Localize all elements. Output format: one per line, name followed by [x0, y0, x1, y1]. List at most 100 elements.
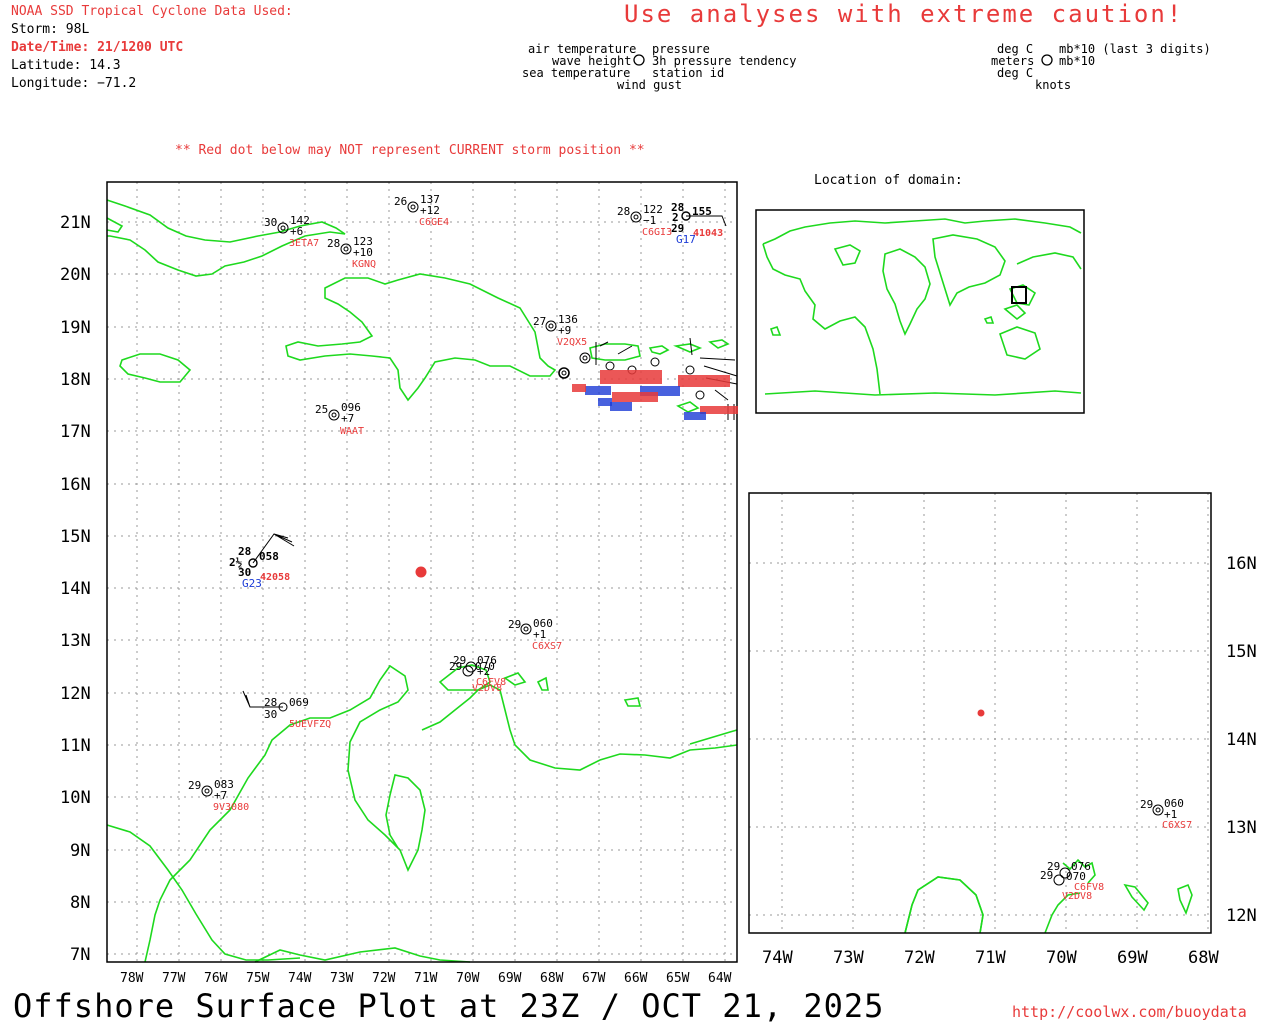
svg-text:+12: +12 [420, 204, 440, 217]
station-waat[interactable]: 25 096 +7 WAAT [315, 401, 364, 437]
svg-text:74W: 74W [762, 948, 793, 968]
svg-text:69W: 69W [1117, 948, 1148, 968]
svg-text:70W: 70W [1046, 948, 1077, 968]
svg-text:C6XS7: C6XS7 [532, 641, 562, 652]
lon-78w: 78W [120, 971, 144, 986]
station-cluster-puerto-rico[interactable] [558, 337, 738, 420]
lat-21n: 21N [60, 213, 91, 233]
svg-text:68W: 68W [1188, 948, 1219, 968]
station-42058[interactable]: 28 2½ 058 30 42058 G23 [229, 533, 295, 590]
svg-text:29: 29 [188, 779, 201, 792]
lon-67w: 67W [582, 971, 606, 986]
lon-72w: 72W [372, 971, 396, 986]
svg-text:29: 29 [1140, 798, 1153, 811]
svg-text:27: 27 [533, 315, 546, 328]
svg-text:5UEVFZQ: 5UEVFZQ [289, 719, 331, 730]
main-map: 21N 20N 19N 18N 17N 16N 15N 14N 13N 12N … [60, 181, 738, 986]
units-gust: knots [1035, 78, 1072, 92]
svg-text:−1: −1 [643, 214, 656, 227]
main-lon-labels: 78W 77W 76W 75W 74W 73W 72W 71W 70W 69W … [120, 971, 732, 986]
svg-text:42058: 42058 [260, 572, 290, 583]
svg-text:C6GE4: C6GE4 [419, 217, 449, 228]
storm-position-dot [415, 566, 427, 578]
svg-text:12N: 12N [1226, 906, 1257, 926]
station-c6ge4[interactable]: 26 137 +12 C6GE4 [394, 193, 449, 228]
lon-68w: 68W [540, 971, 564, 986]
svg-text:070: 070 [475, 660, 495, 673]
svg-text:V2DV8: V2DV8 [1062, 891, 1092, 902]
lon-66w: 66W [624, 971, 648, 986]
station-9v3080[interactable]: 29 083 +7 9V3080 [188, 778, 249, 813]
svg-text:058: 058 [259, 550, 279, 563]
svg-text:G23: G23 [242, 577, 262, 590]
station-c6xs7[interactable]: 29 060 +1 C6XS7 [508, 617, 562, 652]
station-c6gi3[interactable]: 28 122 −1 C6GI3 [617, 203, 672, 238]
inset-world-map [755, 209, 1085, 414]
lon-64w: 64W [708, 971, 732, 986]
source-url-link[interactable]: http://coolwx.com/buoydata [1012, 1003, 1247, 1021]
inset-title: Location of domain: [814, 173, 963, 188]
lat-13n: 13N [60, 631, 91, 651]
svg-text:3ETA7: 3ETA7 [289, 238, 319, 249]
svg-text:V2DV8: V2DV8 [472, 683, 502, 694]
svg-text:28: 28 [617, 205, 630, 218]
lat-17n: 17N [60, 422, 91, 442]
svg-text:9V3080: 9V3080 [213, 802, 249, 813]
svg-text:72W: 72W [904, 948, 935, 968]
legend-sea-temp: sea temperature [522, 66, 631, 80]
svg-text:+7: +7 [341, 412, 354, 425]
svg-text:+1: +1 [533, 628, 546, 641]
lon-76w: 76W [204, 971, 228, 986]
lat-18n: 18N [60, 370, 91, 390]
zoom-station-c6fv8[interactable]: 29 076 29 070 C6FV8 V2DV8 [1040, 860, 1104, 902]
lat-20n: 20N [60, 265, 91, 285]
svg-text:26: 26 [394, 195, 407, 208]
svg-text:16N: 16N [1226, 554, 1257, 574]
lon-65w: 65W [666, 971, 690, 986]
svg-text:069: 069 [289, 696, 309, 709]
lon-74w: 74W [288, 971, 312, 986]
lat-19n: 19N [60, 318, 91, 338]
svg-text:V2QX5: V2QX5 [557, 337, 587, 348]
source-label: NOAA SSD Tropical Cyclone Data Used: [11, 4, 293, 19]
zoom-station-c6xs7[interactable]: 29 060 +1 C6XS7 [1140, 797, 1192, 831]
longitude-label: Longitude: −71.2 [11, 76, 137, 91]
svg-text:29: 29 [449, 660, 462, 673]
svg-text:15N: 15N [1226, 642, 1257, 662]
station-5uevfzq[interactable]: 28 069 30 5UEVFZQ [242, 690, 331, 730]
svg-text:28: 28 [327, 237, 340, 250]
svg-text:KGNQ: KGNQ [352, 259, 376, 270]
lon-69w: 69W [498, 971, 522, 986]
main-lat-labels: 21N 20N 19N 18N 17N 16N 15N 14N 13N 12N … [60, 213, 91, 965]
lat-8n: 8N [70, 893, 90, 913]
latitude-label: Latitude: 14.3 [11, 58, 121, 73]
lon-71w: 71W [414, 971, 438, 986]
zoom-map-overlay: 29 060 +1 C6XS7 29 076 29 070 C6FV8 V2DV… [748, 492, 1257, 968]
svg-text:+6: +6 [290, 225, 303, 238]
legend-wind-gust: wind gust [617, 78, 683, 92]
lat-16n: 16N [60, 475, 91, 495]
svg-text:71W: 71W [975, 948, 1006, 968]
station-v2qx5[interactable]: 27 136 +9 V2QX5 [533, 313, 587, 348]
lon-77w: 77W [162, 971, 186, 986]
zoom-lat-labels: 16N 15N 14N 13N 12N [1226, 554, 1257, 926]
svg-text:+10: +10 [353, 246, 373, 259]
lat-11n: 11N [60, 736, 91, 756]
station-41043[interactable]: 28 2 155 29 41043 G17 [671, 201, 727, 246]
datetime-label: Date/Time: 21/1200 UTC [11, 40, 184, 55]
station-kgnq[interactable]: 28 123 +10 KGNQ [327, 235, 376, 270]
svg-text:29: 29 [1040, 869, 1053, 882]
lat-14n: 14N [60, 579, 91, 599]
svg-text:30: 30 [264, 216, 277, 229]
coastlines [106, 199, 738, 963]
station-3eta7[interactable]: 30 142 +6 3ETA7 [264, 214, 319, 249]
lat-15n: 15N [60, 527, 91, 547]
zoom-lon-labels: 74W 73W 72W 71W 70W 69W 68W [762, 948, 1219, 968]
units-circle-icon [1041, 54, 1053, 66]
svg-text:30: 30 [264, 708, 277, 721]
svg-text:14N: 14N [1226, 730, 1257, 750]
lat-9n: 9N [70, 841, 90, 861]
svg-text:13N: 13N [1226, 818, 1257, 838]
svg-text:73W: 73W [833, 948, 864, 968]
lon-73w: 73W [330, 971, 354, 986]
